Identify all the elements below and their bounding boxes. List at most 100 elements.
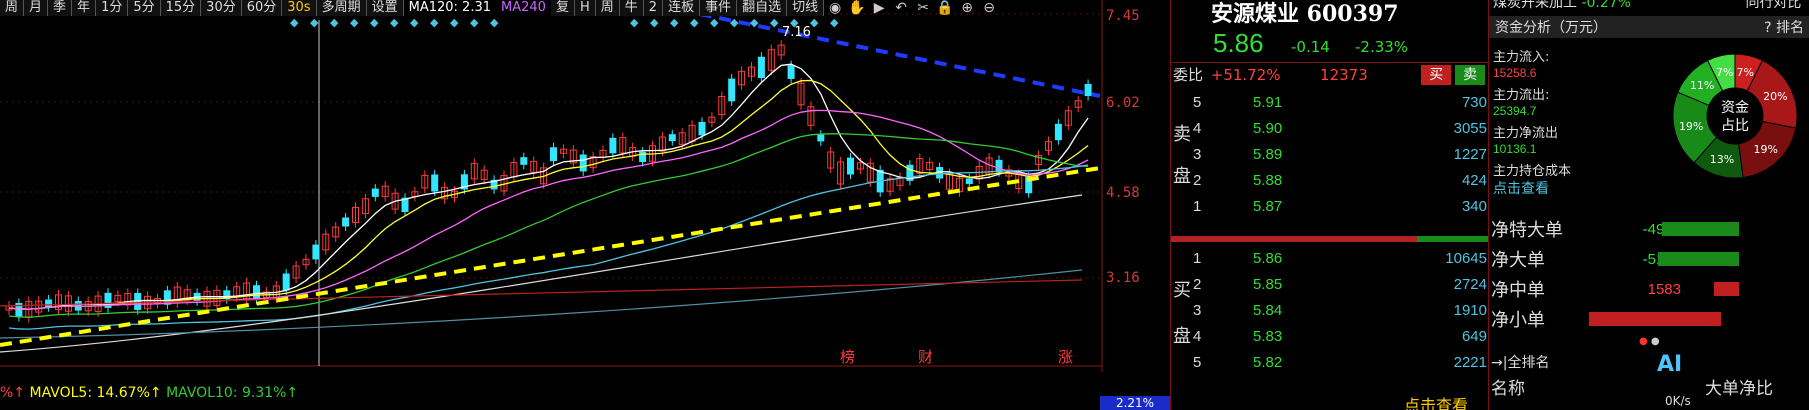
- ai-badge[interactable]: AI: [1657, 352, 1682, 377]
- lock-icon[interactable]: 🔒: [934, 0, 956, 16]
- candle-body: [698, 121, 706, 136]
- period-tab[interactable]: 年: [72, 0, 97, 16]
- net-order-bar: [1714, 282, 1739, 296]
- bid-level: 5: [1193, 353, 1202, 371]
- period-tab[interactable]: 5分: [128, 0, 161, 16]
- bid-row[interactable]: 1 5.86 10645: [1193, 244, 1489, 272]
- y-axis-label: 4.58: [1106, 185, 1140, 201]
- donut-slice-label: 7%: [1736, 66, 1753, 79]
- period-tab[interactable]: 多周期: [316, 0, 367, 16]
- period-tab[interactable]: 季: [48, 0, 73, 16]
- rank-col-bigorder: 大单净比: [1705, 379, 1773, 399]
- period-tab[interactable]: 周: [0, 0, 25, 16]
- ask-row[interactable]: 4 5.90 3055: [1193, 114, 1489, 142]
- ask-level: 3: [1193, 145, 1202, 163]
- scissors-icon[interactable]: ✂: [912, 0, 934, 16]
- ask-price: 5.91: [1253, 93, 1283, 111]
- bid-qty: 1910: [1453, 301, 1487, 319]
- volume-indicator-bar: %↑ MAVOL5: 14.67%↑ MAVOL10: 9.31%↑: [0, 380, 1100, 406]
- event-marker-icon: ◆: [410, 16, 419, 29]
- net-order-bar: [1589, 312, 1721, 326]
- rank-section: →|全排名 AI 名称 大单净比 0K/s: [1489, 352, 1809, 410]
- zoom-out-icon[interactable]: ⊖: [978, 0, 1000, 16]
- event-marker-icon: ◆: [810, 16, 819, 29]
- chart-option-tab[interactable]: 牛: [619, 0, 644, 16]
- buy-side-label-1: 买: [1173, 280, 1191, 301]
- ask-qty: 1227: [1453, 145, 1487, 163]
- weibi-pct: +51.72%: [1210, 65, 1281, 84]
- peer-compare-link[interactable]: 同行对比: [1745, 0, 1801, 11]
- event-label: 榜: [840, 348, 855, 366]
- ask-row[interactable]: 1 5.87 340: [1193, 192, 1489, 220]
- net-order-row: 净特大单-4942: [1489, 214, 1809, 244]
- bid-qty: 2221: [1453, 353, 1487, 371]
- net-order-label: 净中单: [1491, 280, 1545, 301]
- buy-button[interactable]: 买: [1421, 64, 1452, 85]
- view-details-link[interactable]: 点击查看: [1404, 392, 1468, 410]
- event-marker-icon: ◆: [630, 16, 639, 29]
- candle-body: [371, 188, 379, 197]
- ask-row[interactable]: 3 5.89 1227: [1193, 140, 1489, 168]
- period-tab[interactable]: 30分: [201, 0, 242, 16]
- period-tab[interactable]: 设置: [366, 0, 404, 16]
- play-icon[interactable]: ▶: [868, 0, 890, 16]
- chart-option-tab[interactable]: 2: [643, 0, 664, 16]
- undo-icon[interactable]: ↶: [890, 0, 912, 16]
- bid-row[interactable]: 4 5.83 649: [1193, 322, 1489, 350]
- bid-row[interactable]: 3 5.84 1910: [1193, 296, 1489, 324]
- capital-share-donut[interactable]: 7%20%19%13%19%11%7%资金占比: [1665, 50, 1805, 180]
- outflow-label: 主力流出:: [1493, 88, 1550, 103]
- net-order-row: 净小单8553: [1489, 304, 1809, 334]
- period-tab[interactable]: 60分: [241, 0, 283, 16]
- candle-body: [1054, 123, 1062, 141]
- event-marker-icon: ◆: [770, 16, 779, 29]
- candlestick-chart[interactable]: ◆ ◆ ◆ ◆ ◆ ◆ ◆ ◆ ◆ ◆ ◆ ◆ ◆ ◆ ◆ ◆ ◆ ◆ ◆ ◆ ◆ ◆7.16榜财涨: [0, 0, 1170, 380]
- chart-option-tab[interactable]: 连板: [663, 0, 701, 16]
- candle-body: [1084, 83, 1092, 97]
- chart-option-tab[interactable]: 切线: [787, 0, 825, 16]
- period-tab[interactable]: 1分: [96, 0, 129, 16]
- period-tab[interactable]: 月: [24, 0, 49, 16]
- donut-slice-label: 20%: [1763, 90, 1787, 103]
- candle-body: [817, 134, 825, 142]
- event-marker-icon: ◆: [310, 16, 319, 29]
- industry-row[interactable]: 煤炭开采加工 -0.27% 同行对比: [1493, 0, 1801, 12]
- net-order-row: 净中单 1583: [1489, 274, 1809, 304]
- event-marker-icon: ◆: [370, 16, 379, 29]
- eye-icon[interactable]: ◉: [824, 0, 846, 16]
- bid-qty: 649: [1461, 327, 1487, 345]
- ask-row[interactable]: 2 5.88 424: [1193, 166, 1489, 194]
- bid-price: 5.82: [1253, 353, 1283, 371]
- period-tab[interactable]: 15分: [160, 0, 202, 16]
- full-rank-link[interactable]: →|全排名: [1491, 352, 1549, 372]
- outflow-value: 25394.7: [1493, 104, 1537, 118]
- money-flow-title: 资金分析（万元）: [1495, 20, 1607, 36]
- zoom-in-icon[interactable]: ⊕: [956, 0, 978, 16]
- donut-center-label: 占比: [1721, 118, 1749, 134]
- stock-title[interactable]: 安源煤业 600397: [1211, 0, 1399, 28]
- bid-row[interactable]: 2 5.85 2724: [1193, 270, 1489, 298]
- pager-dots[interactable]: ● ●: [1639, 336, 1660, 347]
- candle-body: [787, 65, 795, 79]
- event-marker-icon: ◆: [830, 16, 839, 29]
- chart-option-tab[interactable]: 翻自选: [737, 0, 788, 16]
- holding-cost-link[interactable]: 点击查看: [1493, 178, 1549, 198]
- chart-option-tab[interactable]: 周: [595, 0, 620, 16]
- rank-help-link[interactable]: ? 排名: [1764, 17, 1804, 37]
- ma5-line: [8, 63, 1089, 310]
- candle-body: [312, 244, 320, 260]
- ask-row[interactable]: 5 5.91 730: [1193, 88, 1489, 116]
- event-marker-icon: ◆: [750, 16, 759, 29]
- period-tab[interactable]: 30s: [282, 0, 317, 16]
- hand-icon[interactable]: ✋: [846, 0, 868, 16]
- chart-option-tab[interactable]: 事件: [700, 0, 738, 16]
- sell-button[interactable]: 卖: [1455, 64, 1486, 85]
- candle-body: [579, 154, 587, 172]
- chart-option-tab[interactable]: 复: [550, 0, 575, 16]
- book-divider-green: [1417, 236, 1489, 242]
- ma10-line: [8, 79, 1089, 310]
- chart-option-tab[interactable]: H: [574, 0, 596, 16]
- bid-row[interactable]: 5 5.82 2221: [1193, 348, 1489, 376]
- kline-chart-panel[interactable]: ◆ ◆ ◆ ◆ ◆ ◆ ◆ ◆ ◆ ◆ ◆ ◆ ◆ ◆ ◆ ◆ ◆ ◆ ◆ ◆ ◆ ◆ 7.16 榜财涨 周月季年 1分 5分 15…: [0, 0, 1170, 410]
- ask-level: 1: [1193, 197, 1202, 215]
